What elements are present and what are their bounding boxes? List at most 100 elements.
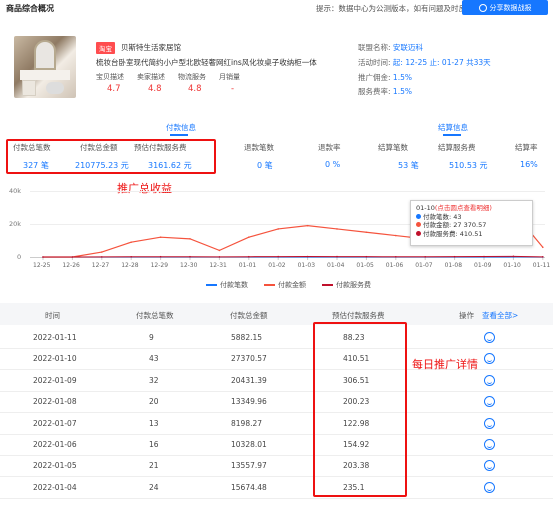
x-tick-label: 01-02 — [268, 262, 286, 269]
row-amount: 13557.97 — [231, 461, 267, 471]
row-divider — [0, 433, 553, 435]
data-point — [248, 236, 250, 238]
data-point — [365, 231, 368, 234]
annotation-daily-detail: 每日推广详情 — [412, 358, 478, 371]
row-count: 13 — [149, 418, 159, 428]
x-tick-label: 12-30 — [180, 262, 198, 269]
data-point — [336, 228, 338, 230]
row-amount: 13349.96 — [231, 397, 267, 407]
row-date: 2022-01-09 — [33, 375, 77, 385]
x-tick-label: 01-01 — [238, 262, 257, 269]
row-amount: 10328.01 — [231, 440, 267, 449]
x-tick-label: 12-31 — [209, 262, 227, 269]
row-count: 43 — [149, 354, 159, 364]
x-tick-label: 12-28 — [121, 262, 139, 269]
x-tick-label: 12-26 — [62, 262, 80, 269]
data-point — [424, 255, 427, 258]
data-point — [512, 255, 515, 258]
legend-item[interactable]: 付款笔数 — [206, 280, 248, 290]
view-detail-icon[interactable] — [484, 374, 495, 386]
data-point — [42, 256, 44, 258]
view-all-link[interactable]: 查看全部> — [482, 310, 518, 321]
row-date: 2022-01-07 — [33, 418, 77, 428]
column-header: 操作 — [459, 311, 474, 320]
row-date: 2022-01-04 — [33, 482, 77, 492]
row-amount: 15674.48 — [231, 482, 267, 492]
row-count: 16 — [149, 440, 159, 449]
x-tick-label: 01-11 — [532, 262, 551, 269]
data-point — [130, 241, 132, 243]
data-point — [130, 255, 132, 258]
view-detail-icon[interactable] — [484, 481, 495, 493]
row-divider — [0, 497, 553, 499]
row-divider — [0, 455, 553, 456]
data-point — [159, 255, 162, 258]
column-header: 付款总笔数 — [136, 311, 174, 320]
view-detail-icon[interactable] — [484, 417, 495, 429]
x-tick-label: 12-29 — [150, 262, 169, 269]
x-tick-label: 01-06 — [385, 262, 404, 269]
data-point — [306, 255, 309, 258]
data-point — [483, 255, 485, 258]
x-tick-label: 01-09 — [474, 262, 492, 269]
chart-tooltip: 01-10(点击圆点查看明细) 付款笔数: 43 付款金额: 27 370.57… — [410, 200, 533, 246]
payment-trend-chart[interactable] — [0, 0, 553, 505]
row-amount: 8198.27 — [231, 418, 263, 428]
legend-item[interactable]: 付款金额 — [264, 280, 306, 290]
x-tick-label: 01-08 — [444, 262, 463, 269]
tooltip-row: 付款金额: 27 370.57 — [423, 221, 487, 229]
row-count: 9 — [149, 333, 154, 342]
row-divider — [0, 476, 553, 478]
view-detail-icon[interactable] — [484, 332, 495, 343]
column-header: 时间 — [45, 311, 60, 320]
row-date: 2022-01-05 — [33, 461, 77, 471]
tooltip-row: 付款笔数: 43 — [423, 212, 462, 221]
series-line — [43, 255, 543, 258]
row-divider — [0, 390, 553, 392]
x-tick-label: 01-04 — [327, 262, 345, 269]
data-point — [101, 251, 103, 253]
data-point — [277, 255, 280, 258]
data-point — [218, 249, 221, 252]
tooltip-hint: (点击圆点查看明细) — [434, 204, 492, 212]
data-point — [189, 238, 191, 240]
data-point — [71, 256, 74, 258]
column-header: 预估付款服务费 — [332, 311, 385, 320]
data-point — [395, 255, 397, 258]
row-divider — [0, 348, 553, 349]
legend-item[interactable]: 付款服务费 — [322, 280, 371, 290]
x-tick-label: 01-03 — [297, 262, 316, 269]
row-date: 2022-01-08 — [33, 397, 77, 407]
data-point — [336, 255, 338, 258]
tooltip-date: 01-10 — [416, 204, 435, 212]
data-point — [306, 224, 309, 227]
data-point — [542, 246, 544, 249]
tooltip-row: 付款服务费: 410.51 — [423, 229, 483, 238]
x-tick-label: 01-07 — [415, 262, 433, 269]
data-point — [453, 255, 456, 258]
row-amount: 5882.15 — [231, 333, 263, 342]
row-count: 24 — [149, 482, 159, 492]
data-point — [189, 255, 191, 258]
row-amount: 20431.39 — [231, 375, 267, 385]
x-tick-label: 12-27 — [91, 262, 110, 269]
row-count: 21 — [149, 461, 159, 471]
data-point — [542, 256, 544, 258]
row-count: 20 — [149, 397, 159, 407]
row-date: 2022-01-11 — [33, 333, 77, 342]
highlight-box-fees — [313, 322, 407, 497]
row-divider — [0, 412, 553, 414]
data-point — [395, 234, 397, 237]
data-point — [365, 255, 368, 258]
data-point — [101, 256, 103, 258]
data-point — [159, 236, 162, 238]
x-tick-label: 12-25 — [33, 262, 51, 269]
row-date: 2022-01-06 — [33, 440, 77, 449]
x-tick-label: 01-05 — [356, 262, 374, 269]
row-date: 2022-01-10 — [33, 354, 77, 364]
data-point — [248, 255, 250, 258]
x-tick-label: 01-10 — [503, 262, 521, 269]
view-detail-icon[interactable] — [484, 439, 495, 450]
row-count: 32 — [149, 375, 159, 385]
data-point — [277, 228, 280, 230]
